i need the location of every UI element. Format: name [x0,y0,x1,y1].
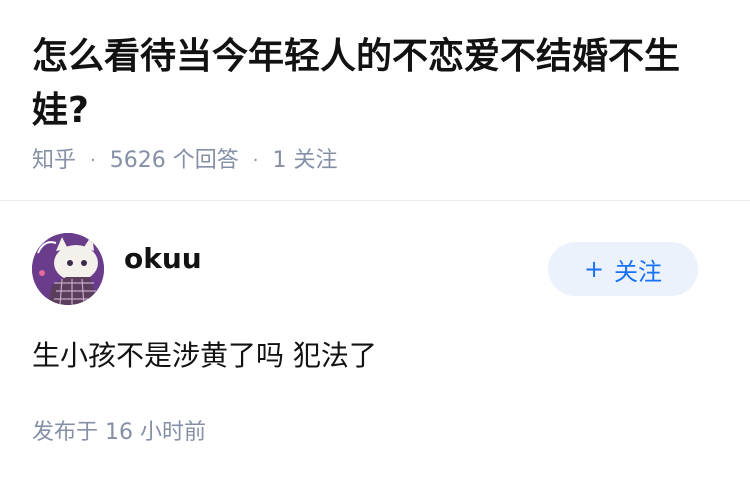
question-header: 怎么看待当今年轻人的不恋爱不结婚不生娃? 知乎 · 5626 个回答 · 1 关… [32,30,712,176]
question-title[interactable]: 怎么看待当今年轻人的不恋爱不结婚不生娃? [32,30,712,138]
section-divider [0,200,750,201]
author-row: okuu + 关注 [32,232,718,306]
follow-count: 1 关注 [272,148,338,173]
follow-button[interactable]: + 关注 [548,242,698,296]
meta-separator: · [90,150,96,171]
author-name[interactable]: okuu [124,242,202,275]
answer-card: okuu + 关注 生小孩不是涉黄了吗 犯法了 发布于 16 小时前 [32,232,718,448]
plus-icon: + [583,255,605,283]
answer-content[interactable]: 生小孩不是涉黄了吗 犯法了 [32,336,718,376]
anime-cat-avatar-icon [32,233,104,305]
follow-button-label: 关注 [614,257,663,286]
question-meta: 知乎 · 5626 个回答 · 1 关注 [32,146,712,176]
answer-timestamp: 发布于 16 小时前 [32,420,206,445]
meta-separator: · [252,150,259,171]
answer-count[interactable]: 5626 个回答 [110,146,239,176]
avatar[interactable] [32,233,104,305]
source-label[interactable]: 知乎 [32,146,76,176]
